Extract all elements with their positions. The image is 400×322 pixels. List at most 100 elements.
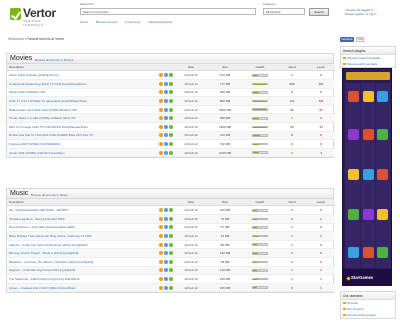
col-health-header[interactable]: Health (243, 199, 277, 207)
info-icon[interactable] (169, 285, 173, 290)
magnet-icon[interactable] (164, 268, 168, 273)
torrent-name-link[interactable]: Playing 2012 DVDRip XviD (7, 88, 175, 98)
download-icon[interactable] (159, 268, 163, 273)
torrent-name-link[interactable]: The Starborne - Plaza (2011) [Vu] [FLAC]… (7, 274, 175, 284)
search-button[interactable]: Search (309, 8, 329, 16)
torrent-name-link[interactable]: Band Rhodes Than Heinsman Ring of Fire -… (7, 231, 175, 241)
download-icon[interactable] (159, 116, 163, 121)
download-icon[interactable] (159, 233, 163, 238)
magnet-icon[interactable] (164, 124, 168, 129)
torrent-name-link[interactable]: Tomar, Rakit 1”-1 HEs DVDRip XLBatch Sil… (7, 113, 175, 123)
download-icon[interactable] (159, 276, 163, 281)
download-icon[interactable] (159, 208, 163, 213)
magnet-icon[interactable] (164, 259, 168, 264)
info-icon[interactable] (169, 216, 173, 221)
magnet-icon[interactable] (164, 242, 168, 247)
torrent-name-link[interactable]: Bridesmaids (AKA 2011-2011) DVDR MultiSu… (7, 105, 175, 115)
download-icon[interactable] (159, 81, 163, 86)
magnet-icon[interactable] (164, 81, 168, 86)
torrent-name-link[interactable]: Seguren - Celebrate Gig Franca 2011 [mp3… (7, 266, 175, 276)
search-input[interactable]: Search for torrents ... (80, 8, 256, 15)
magnet-icon[interactable] (164, 150, 168, 155)
info-icon[interactable] (169, 141, 173, 146)
torrent-name-link[interactable]: VA - Vindiga klassiska 1996-1999 - 320 B… (7, 205, 175, 215)
breadcrumb-root[interactable]: Vertor.com (8, 37, 24, 41)
magnet-icon[interactable] (164, 90, 168, 95)
torrent-name-link[interactable]: Men On A Ledge 2012 TS XviD-25FPS-DutchR… (7, 122, 175, 132)
music-browse-link[interactable]: Browse all torrents in Music (31, 193, 68, 197)
magnet-icon[interactable] (164, 285, 168, 290)
torrent-name-link[interactable]: Movie Pulse Software [GiMc][Torrent] (7, 70, 175, 80)
download-icon[interactable] (159, 98, 163, 103)
magnet-icon[interactable] (164, 233, 168, 238)
info-icon[interactable] (169, 98, 173, 103)
info-icon[interactable] (169, 107, 173, 112)
info-icon[interactable] (169, 208, 173, 213)
download-icon[interactable] (159, 225, 163, 230)
facebook-like-button[interactable]: Facebook Like (340, 37, 354, 46)
info-icon[interactable] (169, 90, 173, 95)
magnet-icon[interactable] (164, 73, 168, 78)
nav-home[interactable]: Home (80, 20, 88, 24)
magnet-icon[interactable] (164, 276, 168, 281)
stargames-ad[interactable]: StarGames (342, 68, 392, 286)
col-description-header[interactable]: Description (7, 199, 175, 207)
torrent-name-link[interactable]: Dan Andersson - Folk-Valsi [Ostersundbta… (7, 223, 175, 233)
col-leech-header[interactable]: Leech (307, 64, 335, 72)
info-icon[interactable] (169, 73, 173, 78)
magnet-icon[interactable] (164, 251, 168, 256)
torrent-name-link[interactable]: Christina Aguilera - Wet Las Norrbot 200… (7, 214, 175, 224)
info-icon[interactable] (169, 133, 173, 138)
info-icon[interactable] (169, 81, 173, 86)
col-date-header[interactable]: Date (175, 64, 207, 72)
movies-browse-link[interactable]: Browse all torrents in Movies (35, 58, 73, 62)
download-icon[interactable] (159, 73, 163, 78)
torrent-name-link[interactable]: Jumar 2011 DVDRip XviD AC3 anterDiem (7, 148, 175, 158)
nav-browse[interactable]: Browse torrents (96, 20, 117, 24)
download-icon[interactable] (159, 133, 163, 138)
magnet-icon[interactable] (164, 141, 168, 146)
torrent-name-link[interactable]: Chile 17 (TS) 1 DVDRip XL association Du… (7, 96, 175, 106)
download-icon[interactable] (159, 141, 163, 146)
torrent-name-link[interactable]: Fracture 2007 DVDRip Xvid BiDMAKE (7, 139, 175, 149)
category-select[interactable]: All torrents (263, 8, 305, 15)
nav-community[interactable]: Community (125, 20, 140, 24)
magnet-icon[interactable] (164, 208, 168, 213)
info-icon[interactable] (169, 233, 173, 238)
info-icon[interactable] (169, 225, 173, 230)
col-seed-header[interactable]: Seed (277, 199, 307, 207)
nav-advanced[interactable]: Advanced options (148, 20, 172, 24)
col-leech-header[interactable]: Leech (307, 199, 335, 207)
magnet-icon[interactable] (164, 225, 168, 230)
torrent-name-link[interactable]: Abberts - Under The Spirit Of Muhaman [2… (7, 240, 175, 250)
register-login-link[interactable]: Please register or log in (345, 12, 377, 16)
info-icon[interactable] (169, 124, 173, 129)
torrent-name-link[interactable]: Babarium - Vanessa: The Barrier, Tribula… (7, 257, 175, 267)
magnet-icon[interactable] (164, 107, 168, 112)
info-icon[interactable] (169, 116, 173, 121)
site-logo[interactable]: Vertor VERIFIED TORRENTS (10, 6, 58, 27)
col-date-header[interactable]: Date (175, 199, 207, 207)
col-seed-header[interactable]: Seed (277, 64, 307, 72)
magnet-icon[interactable] (164, 216, 168, 221)
download-icon[interactable] (159, 150, 163, 155)
magnet-icon[interactable] (164, 98, 168, 103)
download-icon[interactable] (159, 259, 163, 264)
info-icon[interactable] (169, 251, 173, 256)
col-description-header[interactable]: Description (7, 64, 175, 72)
col-health-header[interactable]: Health (243, 64, 277, 72)
domain-link-search[interactable]: Torrent search engine (341, 312, 395, 318)
info-icon[interactable] (169, 150, 173, 155)
info-icon[interactable] (169, 259, 173, 264)
info-icon[interactable] (169, 268, 173, 273)
col-size-header[interactable]: Size (207, 199, 243, 207)
download-icon[interactable] (159, 285, 163, 290)
opera-plugin-link[interactable]: Opera search template (341, 61, 395, 67)
torrent-name-link[interactable]: Bi Man Aus Wie To Thrill 2011 FOR DVDRIP… (7, 131, 175, 141)
info-icon[interactable] (169, 276, 173, 281)
col-size-header[interactable]: Size (207, 64, 243, 72)
download-icon[interactable] (159, 216, 163, 221)
download-icon[interactable] (159, 251, 163, 256)
magnet-icon[interactable] (164, 133, 168, 138)
torrent-name-link[interactable]: Queen - Greatest Hits II 2CD (1991-2) Ro… (7, 283, 175, 293)
